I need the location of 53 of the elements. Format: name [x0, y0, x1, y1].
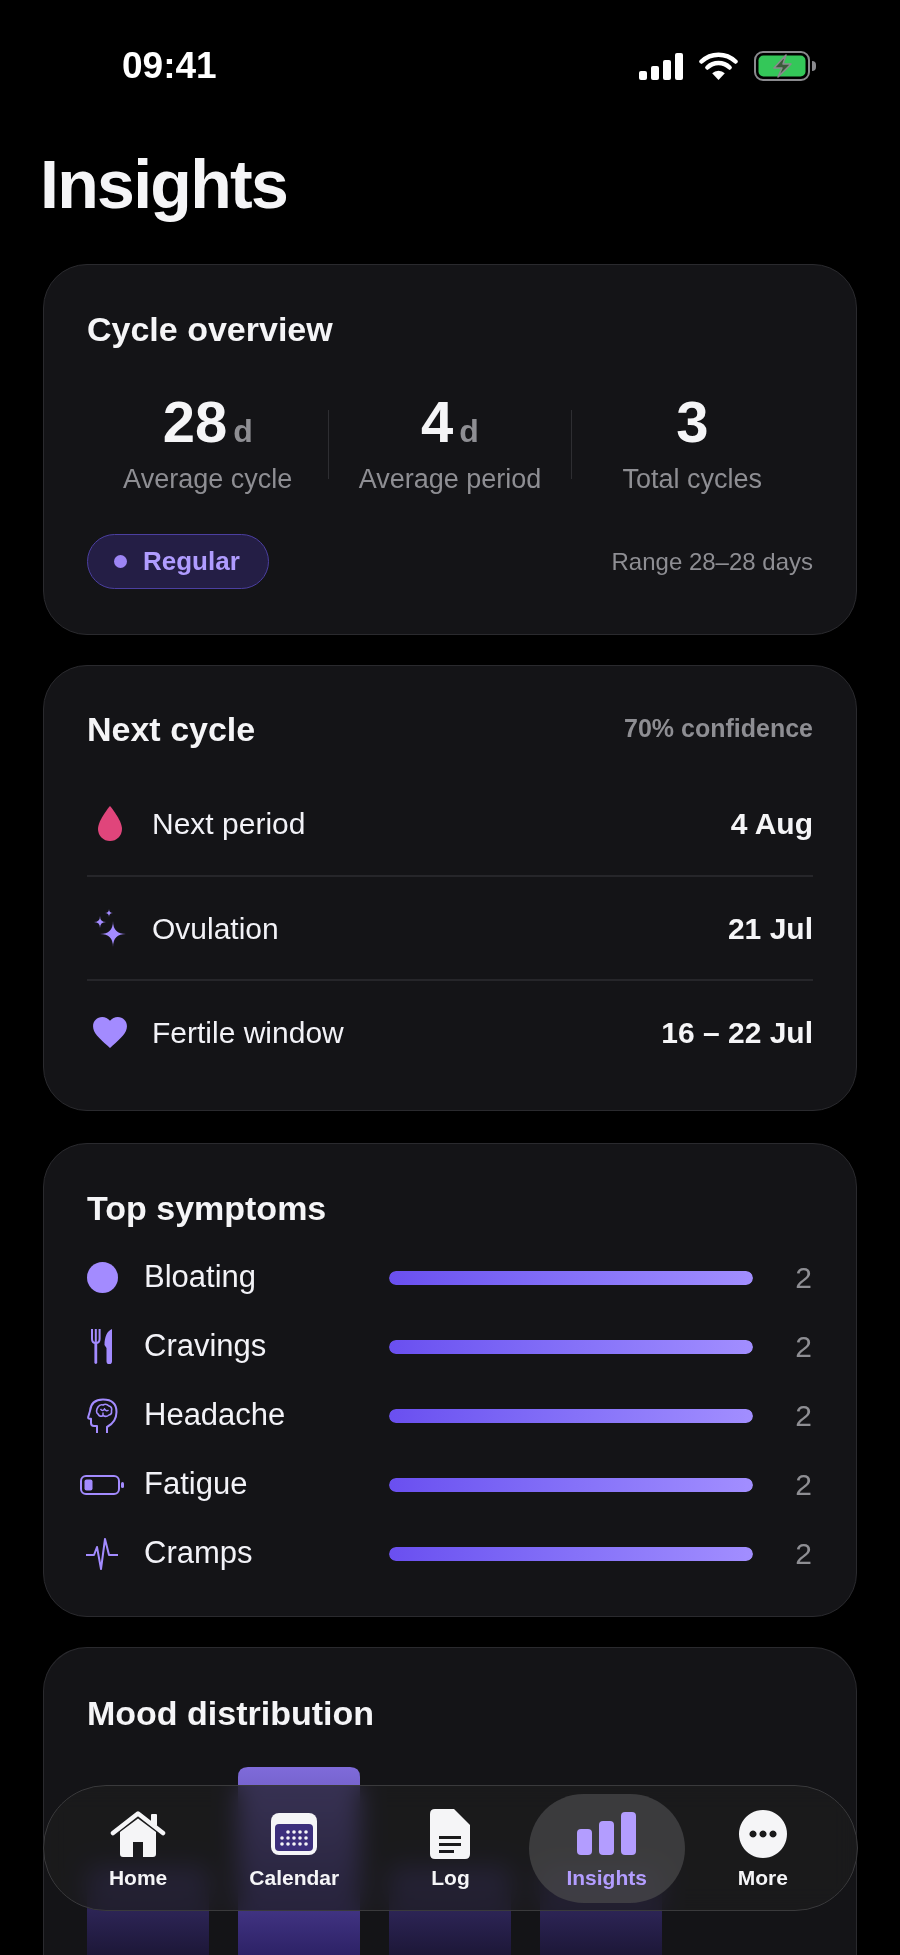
prediction-date: 21 Jul [727, 910, 813, 947]
status-time: 09:41 [122, 44, 217, 88]
card-title: Cycle overview [87, 309, 333, 349]
symptom-label: Bloating [144, 1259, 257, 1295]
heart-icon [93, 1016, 127, 1048]
card-title: Mood distribution [87, 1693, 375, 1733]
card-title: Next cycle [87, 709, 256, 749]
tab-button[interactable]: Insights [528, 1793, 685, 1903]
stat-label: Average period [358, 463, 542, 495]
stat-unit: d [233, 415, 253, 447]
tab-button[interactable]: Home [60, 1793, 217, 1903]
card-title: Top symptoms [87, 1188, 327, 1228]
symptom-label: Headache [144, 1397, 286, 1433]
tab-button[interactable]: More [684, 1793, 841, 1903]
battery-charging-icon [754, 51, 816, 81]
symptom-count: 2 [795, 1398, 812, 1434]
stat-value: 3 [676, 393, 709, 451]
symptom-count: 2 [795, 1260, 812, 1296]
signal-icon [639, 52, 683, 80]
symptom-label: Cravings [144, 1328, 267, 1364]
wifi-icon [699, 52, 738, 80]
range-text: Range 28–28 days [611, 546, 813, 577]
stat-value: 28 [162, 393, 228, 451]
battery-low-icon [80, 1474, 124, 1495]
more-icon [738, 1809, 787, 1858]
symptom-count: 2 [795, 1536, 812, 1572]
stat-label: Total cycles [622, 463, 763, 495]
head-brain-icon [86, 1397, 118, 1434]
symptom-count: 2 [795, 1467, 812, 1503]
home-icon [110, 1810, 167, 1857]
prediction-date: 4 Aug [730, 805, 813, 842]
fork-knife-icon [91, 1329, 113, 1364]
drop-icon [98, 805, 122, 841]
circle-icon [86, 1262, 118, 1293]
tab-button[interactable]: Log [372, 1793, 529, 1903]
status-dot-icon [114, 555, 127, 568]
symptom-label: Cramps [144, 1535, 253, 1571]
symptom-count: 2 [795, 1329, 812, 1365]
tab-button[interactable]: Calendar [216, 1793, 373, 1903]
prediction-label: Ovulation [152, 910, 279, 947]
document-icon [430, 1808, 471, 1859]
regularity-label: Regular [143, 545, 240, 578]
pulse-icon [86, 1537, 118, 1570]
stat-unit: d [459, 415, 479, 447]
confidence-text: 70% confidence [624, 713, 813, 745]
prediction-date: 16 – 22 Jul [661, 1014, 813, 1051]
calendar-icon [271, 1812, 318, 1855]
symptom-label: Fatigue [144, 1466, 248, 1502]
stat-value: 4 [421, 393, 454, 451]
prediction-label: Fertile window [152, 1014, 344, 1051]
bar-chart-icon [577, 1812, 637, 1855]
prediction-label: Next period [152, 805, 306, 842]
stat-label: Average cycle [123, 463, 293, 495]
